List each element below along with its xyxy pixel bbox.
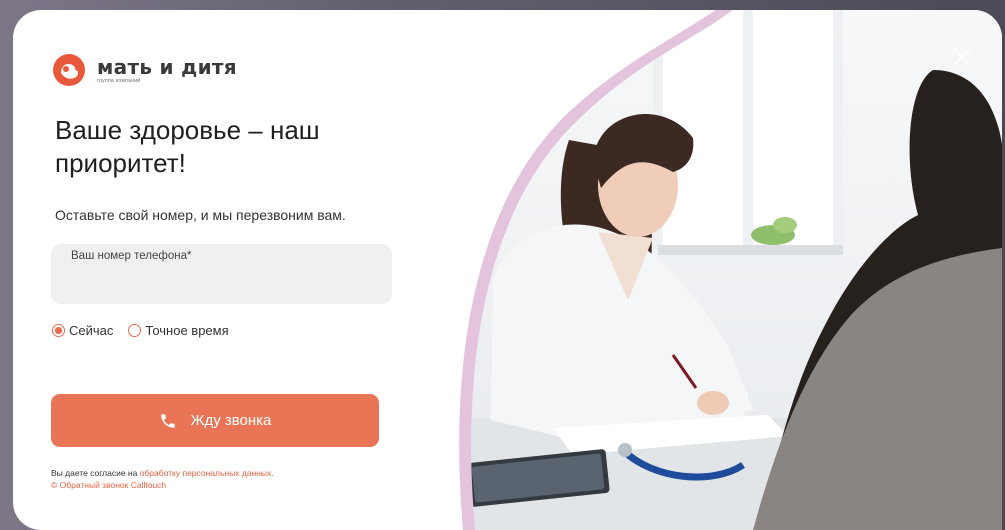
phone-icon	[160, 413, 175, 428]
brand-logo[interactable]: мать и дитя группа компаний	[53, 54, 237, 86]
radio-now[interactable]	[52, 324, 65, 337]
calltouch-link[interactable]: © Обратный звонок Calltouch	[51, 480, 166, 490]
brand-name: мать и дитя	[97, 54, 237, 79]
brand-subtitle: группа компаний	[97, 77, 141, 84]
brand-logo-icon	[53, 54, 85, 86]
phone-field-label: Ваш номер телефона*	[71, 250, 192, 262]
call-time-options: Сейчас Точное время	[52, 323, 244, 338]
option-now[interactable]: Сейчас	[52, 323, 113, 338]
phone-field[interactable]: Ваш номер телефона*	[51, 244, 392, 304]
consent-text: Вы даете согласие на обработку персональ…	[51, 467, 371, 491]
submit-call-label: Жду звонка	[190, 412, 272, 429]
submit-call-button[interactable]: Жду звонка	[51, 394, 379, 447]
modal-headline: Ваше здоровье – наш приоритет!	[55, 115, 320, 178]
privacy-policy-link[interactable]: обработку персональных данных.	[140, 468, 274, 478]
consent-prefix: Вы даете согласие на	[51, 468, 140, 478]
option-now-label: Сейчас	[69, 323, 114, 338]
phone-input[interactable]	[69, 268, 373, 298]
option-exact-time-label: Точное время	[145, 323, 229, 338]
modal-subtext: Оставьте свой номер, и мы перезвоним вам…	[55, 207, 346, 223]
callback-modal: мать и дитя группа компаний Ваше здоровь…	[13, 10, 1002, 530]
close-icon[interactable]	[950, 45, 974, 69]
radio-exact-time[interactable]	[128, 324, 142, 337]
option-exact-time[interactable]: Точное время	[128, 323, 229, 338]
